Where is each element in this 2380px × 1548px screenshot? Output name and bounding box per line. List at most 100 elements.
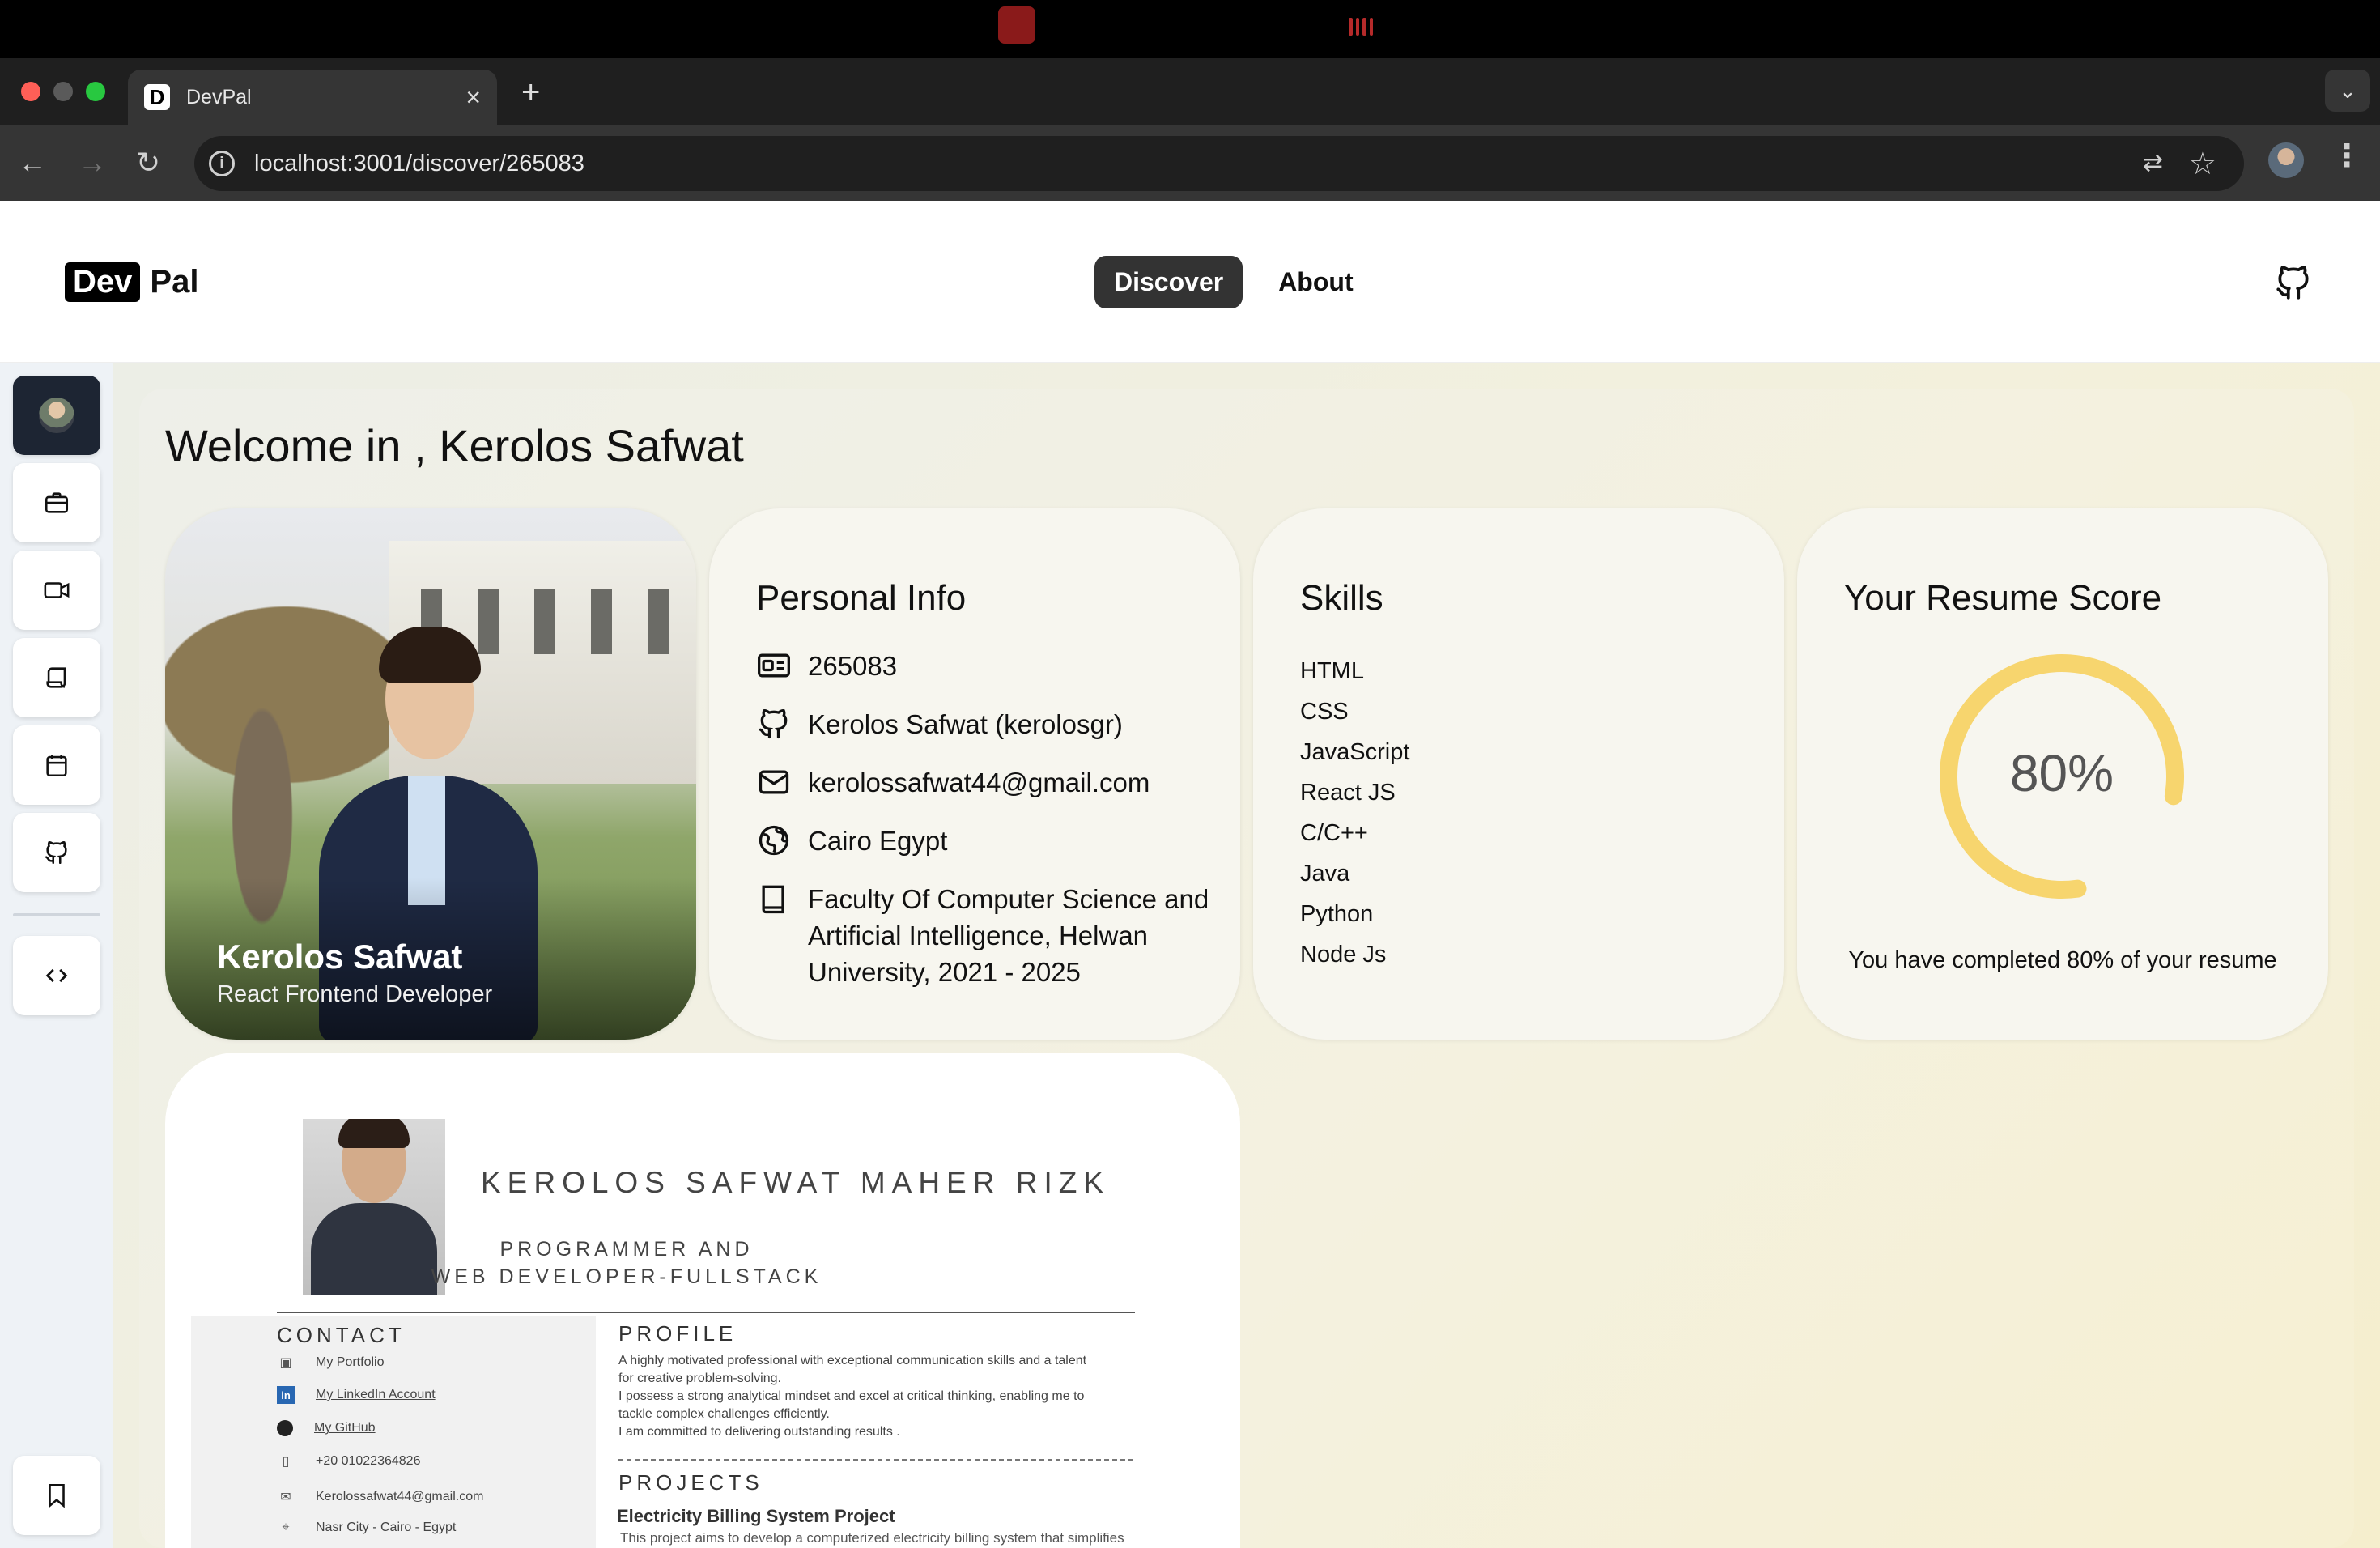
skill-item: CSS xyxy=(1300,699,1349,725)
rail-bookmark-button[interactable] xyxy=(13,1456,100,1535)
mail-icon xyxy=(759,770,789,794)
resume-contact-email: ✉ Kerolossafwat44@gmail.com xyxy=(277,1488,483,1506)
info-github[interactable]: Kerolos Safwat (kerolosgr) xyxy=(808,706,1123,742)
resume-contact-title: CONTACT xyxy=(277,1323,406,1347)
resume-title-line1: PROGRAMMER AND xyxy=(499,1238,754,1261)
github-icon[interactable] xyxy=(2273,262,2314,303)
devpal-logo[interactable]: Dev Pal xyxy=(65,262,198,302)
rail-code-button[interactable] xyxy=(13,936,100,1015)
info-row-email: kerolossafwat44@gmail.com xyxy=(756,764,1150,801)
forward-button[interactable]: → xyxy=(78,144,107,181)
resume-name: KEROLOS SAFWAT MAHER RIZK xyxy=(481,1166,1111,1199)
video-icon xyxy=(44,582,70,598)
translate-icon[interactable]: ⇄ xyxy=(2143,149,2163,177)
skill-item: HTML xyxy=(1300,658,1364,684)
resume-contact-portfolio[interactable]: ▣ My Portfolio xyxy=(277,1354,384,1372)
rail-scroll-button[interactable] xyxy=(13,638,100,717)
tab-close-icon[interactable]: × xyxy=(465,84,481,110)
phone-icon: ▯ xyxy=(282,1455,290,1469)
new-tab-button[interactable]: + xyxy=(521,76,540,108)
profile-name: Kerolos Safwat xyxy=(217,938,463,976)
rail-github-button[interactable] xyxy=(13,813,100,892)
rail-calendar-button[interactable] xyxy=(13,725,100,805)
back-button[interactable]: ← xyxy=(18,144,47,181)
skill-item: Java xyxy=(1300,861,1350,887)
window-close-button[interactable] xyxy=(21,82,40,101)
browser-tab[interactable]: D DevPal × xyxy=(128,70,497,125)
app-status-icon xyxy=(998,6,1035,44)
resume-title-line2: WEB DEVELOPER-FULLSTACK xyxy=(431,1265,822,1288)
info-row-education: Faculty Of Computer Science and Artifici… xyxy=(756,881,1209,990)
info-id: 265083 xyxy=(808,651,898,681)
url-text: localhost:3001/discover/265083 xyxy=(254,150,584,176)
logo-pal: Pal xyxy=(150,264,199,300)
rail-profile-button[interactable] xyxy=(13,376,100,455)
main-nav: Discover About xyxy=(1094,256,1370,308)
info-education: Faculty Of Computer Science and Artifici… xyxy=(808,884,1209,987)
globe-icon xyxy=(759,825,789,856)
location-pin-icon: ⌖ xyxy=(282,1520,290,1534)
logo-dev: Dev xyxy=(65,262,141,302)
info-location: Cairo Egypt xyxy=(808,826,948,856)
browser-toolbar: ← → ↻ i localhost:3001/discover/265083 ⇄… xyxy=(0,125,2380,201)
window-zoom-button[interactable] xyxy=(86,82,105,101)
resume-contact-linkedin[interactable]: in My LinkedIn Account xyxy=(277,1386,436,1404)
browser-menu-icon[interactable]: ⋮ xyxy=(2331,141,2362,172)
resume-projects-title: PROJECTS xyxy=(618,1470,763,1495)
briefcase-icon xyxy=(45,492,69,513)
resume-profile-line: I am committed to delivering outstanding… xyxy=(618,1425,900,1439)
nav-discover[interactable]: Discover xyxy=(1094,256,1243,308)
resume-contact-github[interactable]: My GitHub xyxy=(277,1420,376,1436)
skills-card: Skills HTML CSS JavaScript React JS C/C+… xyxy=(1253,508,1784,1040)
profile-avatar xyxy=(39,398,74,433)
personal-info-card: Personal Info 265083 Kerolos Safwat (ker… xyxy=(709,508,1240,1040)
browser-profile-avatar[interactable] xyxy=(2268,142,2304,178)
resume-contact-address: ⌖ Nasr City - Cairo - Egypt xyxy=(277,1519,456,1537)
resume-sidebar xyxy=(191,1316,596,1548)
resume-profile-line: for creative problem-solving. xyxy=(618,1372,781,1385)
personal-info-title: Personal Info xyxy=(756,578,967,618)
resume-score-caption: You have completed 80% of your resume xyxy=(1848,947,2277,973)
github-icon xyxy=(277,1420,293,1436)
resume-photo-hair xyxy=(338,1119,410,1148)
rail-video-button[interactable] xyxy=(13,551,100,630)
tab-search-button[interactable]: ⌄ xyxy=(2325,70,2370,112)
id-card-icon xyxy=(758,653,790,678)
portfolio-icon: ▣ xyxy=(279,1356,292,1370)
info-row-location: Cairo Egypt xyxy=(756,823,947,859)
rail-divider xyxy=(13,913,100,916)
resume-profile-line: tackle complex challenges efficiently. xyxy=(618,1407,830,1421)
site-info-icon[interactable]: i xyxy=(209,151,235,176)
calendar-icon xyxy=(46,755,67,777)
browser-tab-bar: D DevPal × + ⌄ xyxy=(0,58,2380,125)
skill-item: React JS xyxy=(1300,780,1396,806)
nav-about[interactable]: About xyxy=(1262,256,1369,308)
tab-title: DevPal xyxy=(186,85,252,108)
reload-button[interactable]: ↻ xyxy=(136,144,160,181)
address-bar[interactable]: i localhost:3001/discover/265083 ⇄ ☆ xyxy=(194,136,2244,191)
info-row-id: 265083 xyxy=(756,648,897,684)
skills-list: HTML CSS JavaScript React JS C/C++ Java … xyxy=(1300,651,1409,975)
bookmark-icon xyxy=(49,1483,65,1508)
github-icon xyxy=(45,841,67,865)
info-email[interactable]: kerolossafwat44@gmail.com xyxy=(808,764,1150,801)
book-icon xyxy=(762,885,784,914)
skill-item: Node Js xyxy=(1300,942,1387,968)
resume-profile-line: I possess a strong analytical mindset an… xyxy=(618,1389,1085,1403)
rail-briefcase-button[interactable] xyxy=(13,463,100,542)
linkedin-icon: in xyxy=(277,1386,295,1404)
window-minimize-button[interactable] xyxy=(53,82,73,101)
skill-item: Python xyxy=(1300,901,1374,927)
resume-contact-phone: ▯ +20 01022364826 xyxy=(277,1452,421,1470)
resume-project-name: Electricity Billing System Project xyxy=(617,1506,895,1526)
info-row-github: Kerolos Safwat (kerolosgr) xyxy=(756,706,1123,742)
resume-preview-card[interactable]: KEROLOS SAFWAT MAHER RIZK PROGRAMMER AND… xyxy=(165,1053,1240,1548)
bookmark-star-icon[interactable]: ☆ xyxy=(2189,146,2216,182)
side-rail xyxy=(0,363,113,1548)
resume-score-value: 80% xyxy=(2009,744,2114,802)
resume-score-title: Your Resume Score xyxy=(1844,578,2162,618)
mail-icon: ✉ xyxy=(280,1491,291,1504)
skills-title: Skills xyxy=(1300,578,1383,618)
resume-title: PROGRAMMER AND WEB DEVELOPER-FULLSTACK xyxy=(368,1235,886,1291)
os-menu-strip xyxy=(0,0,2380,58)
